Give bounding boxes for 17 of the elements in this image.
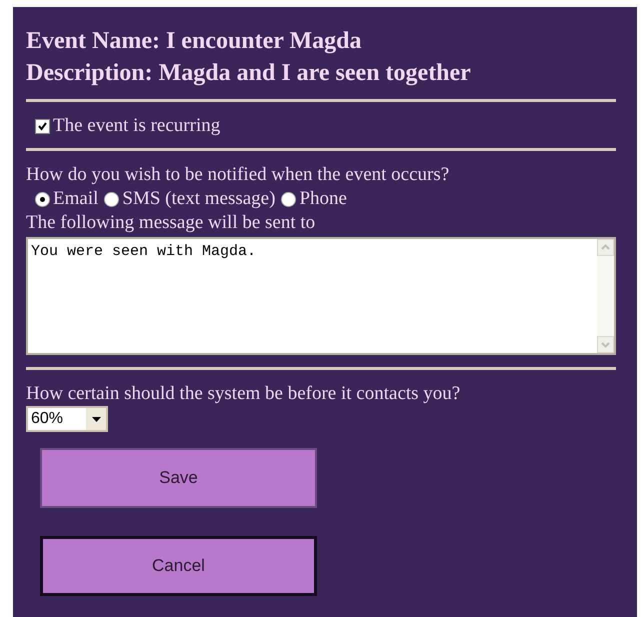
certainty-select[interactable]: 60% — [26, 406, 108, 432]
checkbox-label: The event is recurring — [53, 114, 220, 138]
radio-button[interactable] — [104, 192, 120, 206]
radio-label: Email — [53, 187, 98, 211]
radio-label: SMS (text message) — [122, 187, 276, 211]
message-label: The following message will be sent to — [26, 211, 316, 235]
radio-button[interactable] — [35, 192, 50, 206]
event-description: Description: Magda and I are seen together — [26, 59, 471, 88]
radio-label: Phone — [299, 187, 347, 211]
notify-question: How do you wish to be notified when the event occurs? — [26, 163, 450, 187]
radio-button[interactable] — [281, 192, 296, 206]
event-name: Event Name: I encounter Magda — [26, 27, 362, 56]
dropdown-caret-icon — [92, 416, 100, 422]
form-button[interactable]: Save — [40, 448, 317, 508]
certainty-question: How certain should the system be before it contacts you? — [26, 382, 460, 406]
form-button[interactable]: Cancel — [40, 536, 317, 596]
recurring-checkbox[interactable] — [35, 118, 50, 134]
